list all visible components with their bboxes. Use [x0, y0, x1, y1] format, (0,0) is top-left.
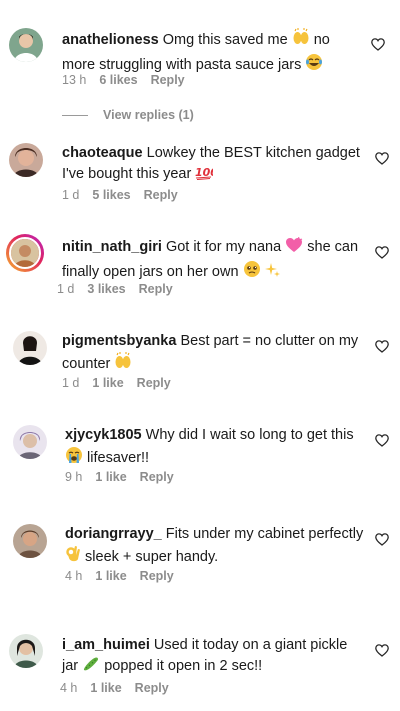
comment-username[interactable]: chaoteaque [62, 145, 143, 161]
raising-hands-emoji [292, 28, 310, 53]
like-count[interactable]: 1 like [92, 376, 123, 390]
comment-meta: 4 h 1 like Reply [60, 681, 169, 695]
heart-outline-icon[interactable] [375, 533, 389, 546]
heart-outline-icon[interactable] [371, 38, 385, 51]
reply-button[interactable]: Reply [139, 282, 173, 296]
comment-username[interactable]: anathelioness [62, 32, 159, 48]
comment-time: 4 h [65, 569, 83, 583]
comment-text: popped it open in 2 sec!! [104, 658, 263, 674]
comment-meta: 13 h 6 likes Reply [62, 73, 185, 87]
comment-meta: 1 d 3 likes Reply [57, 282, 173, 296]
comment-username[interactable]: doriangrrayy_ [65, 526, 162, 542]
comment-body: doriangrrayy_ Fits under my cabinet perf… [65, 524, 365, 570]
avatar[interactable] [6, 234, 44, 272]
comment-time: 13 h [62, 73, 87, 87]
avatar[interactable] [13, 524, 47, 558]
reply-button[interactable]: Reply [137, 376, 171, 390]
comment-body: xjycyk1805 Why did I wait so long to get… [65, 425, 365, 471]
avatar[interactable] [13, 331, 47, 365]
heart-outline-icon[interactable] [375, 246, 389, 259]
reply-button[interactable]: Reply [151, 73, 185, 87]
reply-button[interactable]: Reply [140, 470, 174, 484]
view-replies-label: View replies (1) [103, 108, 194, 122]
like-count[interactable]: 6 likes [99, 73, 137, 87]
comment-username[interactable]: xjycyk1805 [65, 427, 142, 443]
comment-meta: 1 d 5 likes Reply [62, 188, 178, 202]
pink-heart-emoji [285, 236, 303, 260]
comment-meta: 9 h 1 like Reply [65, 470, 174, 484]
view-replies-button[interactable]: View replies (1) [62, 108, 194, 122]
raising-hands-emoji [114, 352, 132, 377]
comment-username[interactable]: nitin_nath_giri [62, 239, 162, 255]
comment-body: i_am_huimei Used it today on a giant pic… [62, 635, 362, 679]
like-count[interactable]: 5 likes [92, 188, 130, 202]
comment-time: 1 d [62, 188, 80, 202]
comment-text: sleek + super handy. [85, 549, 219, 565]
comment-meta: 4 h 1 like Reply [65, 569, 174, 583]
sparkles-emoji [264, 262, 281, 285]
heart-outline-icon[interactable] [375, 434, 389, 447]
comment-text: Why did I wait so long to get this [145, 427, 354, 443]
comment-username[interactable]: i_am_huimei [62, 637, 150, 653]
avatar[interactable] [13, 425, 47, 459]
reply-button[interactable]: Reply [135, 681, 169, 695]
cucumber-emoji [82, 656, 100, 679]
hundred-points-emoji: 100 [195, 164, 219, 187]
like-count[interactable]: 1 like [95, 569, 126, 583]
tears-of-joy-emoji [305, 53, 323, 78]
like-count[interactable]: 3 likes [87, 282, 125, 296]
comment-meta: 1 d 1 like Reply [62, 376, 171, 390]
reply-button[interactable]: Reply [144, 188, 178, 202]
like-count[interactable]: 1 like [90, 681, 121, 695]
avatar[interactable] [9, 634, 43, 668]
comment-username[interactable]: pigmentsbyanka [62, 333, 176, 349]
ok-hand-emoji [65, 545, 81, 570]
comment-body: chaoteaque Lowkey the BEST kitchen gadge… [62, 143, 362, 187]
avatar[interactable] [9, 143, 43, 177]
comment-text: Omg this saved me [162, 32, 288, 48]
comment-text: Got it for my nana [165, 239, 282, 255]
reply-button[interactable]: Reply [140, 569, 174, 583]
comment-time: 9 h [65, 470, 83, 484]
comment-body: anathelioness Omg this saved me no more … [62, 28, 362, 78]
avatar-image [9, 237, 41, 269]
comment-body: pigmentsbyanka Best part = no clutter on… [62, 331, 362, 377]
heart-outline-icon[interactable] [375, 340, 389, 353]
comment-text: Fits under my cabinet perfectly [165, 526, 364, 542]
heart-outline-icon[interactable] [375, 644, 389, 657]
loudly-crying-emoji [65, 446, 83, 471]
comment-text: lifesaver!! [87, 450, 150, 466]
divider [62, 114, 88, 116]
heart-outline-icon[interactable] [375, 152, 389, 165]
comment-time: 4 h [60, 681, 78, 695]
comment-body: nitin_nath_giri Got it for my nana she c… [62, 236, 362, 285]
comment-time: 1 d [57, 282, 75, 296]
avatar[interactable] [9, 28, 43, 62]
holding-back-tears-emoji [243, 260, 261, 285]
like-count[interactable]: 1 like [95, 470, 126, 484]
comment-time: 1 d [62, 376, 80, 390]
